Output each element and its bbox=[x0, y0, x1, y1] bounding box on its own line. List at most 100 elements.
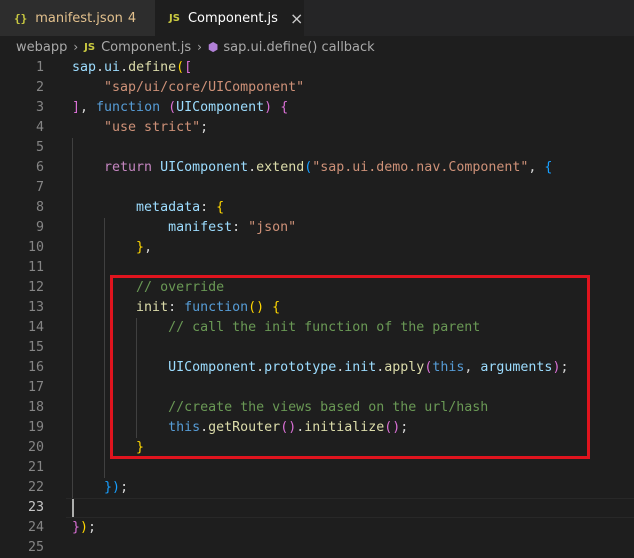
line-number: 20 bbox=[27, 440, 44, 455]
breadcrumb-folder[interactable]: webapp bbox=[16, 40, 67, 55]
code-line[interactable]: 5 bbox=[0, 138, 634, 158]
code-token: UIComponent bbox=[160, 160, 249, 175]
code-line[interactable]: 10 }, bbox=[0, 238, 634, 258]
code-token: . bbox=[248, 160, 257, 175]
editor-tab-bar: {} manifest.json 4 JS Component.js × bbox=[0, 0, 634, 36]
breadcrumb-symbol[interactable]: sap.ui.define() callback bbox=[223, 40, 374, 55]
code-line[interactable]: 2 "sap/ui/core/UIComponent" bbox=[0, 78, 634, 98]
code-token: ; bbox=[400, 420, 409, 435]
code-token: return bbox=[104, 160, 153, 175]
code-text: } bbox=[72, 438, 144, 458]
code-token: ( bbox=[168, 100, 177, 115]
code-token: ; bbox=[200, 120, 209, 135]
code-token: sap bbox=[72, 60, 97, 75]
code-line[interactable]: 13 init: function() { bbox=[0, 298, 634, 318]
code-line[interactable]: 21 bbox=[0, 458, 634, 478]
close-icon[interactable]: × bbox=[290, 9, 303, 28]
code-line[interactable]: 23 bbox=[0, 498, 634, 518]
code-token: } bbox=[72, 520, 81, 535]
line-number: 5 bbox=[35, 140, 44, 155]
code-token: , bbox=[464, 360, 481, 375]
code-token: "use strict" bbox=[104, 120, 201, 135]
code-editor[interactable]: 1 sap.ui.define([2 "sap/ui/core/UICompone… bbox=[0, 58, 634, 555]
code-token: arguments bbox=[480, 360, 553, 375]
code-line[interactable]: 14 // call the init function of the pare… bbox=[0, 318, 634, 338]
line-number: 4 bbox=[35, 120, 44, 135]
chevron-right-icon: › bbox=[73, 40, 79, 54]
code-line[interactable]: 17 bbox=[0, 378, 634, 398]
code-token: //create the views based on the url/hash bbox=[168, 400, 489, 415]
code-token: { bbox=[272, 300, 281, 315]
code-token: "sap/ui/core/UIComponent" bbox=[104, 80, 305, 95]
code-line[interactable]: 7 bbox=[0, 178, 634, 198]
line-number: 10 bbox=[27, 240, 44, 255]
code-token: ; bbox=[88, 520, 97, 535]
line-number: 25 bbox=[27, 540, 44, 555]
code-token: define bbox=[128, 60, 177, 75]
code-text: sap.ui.define([ bbox=[72, 58, 192, 78]
code-line[interactable]: 18 //create the views based on the url/h… bbox=[0, 398, 634, 418]
code-line[interactable]: 12 // override bbox=[0, 278, 634, 298]
code-text: //create the views based on the url/hash bbox=[72, 398, 488, 418]
code-line[interactable]: 4 "use strict"; bbox=[0, 118, 634, 138]
cube-icon: ⬢ bbox=[207, 40, 219, 54]
code-line[interactable]: 16 UIComponent.prototype.init.apply(this… bbox=[0, 358, 634, 378]
code-line[interactable]: 25 bbox=[0, 538, 634, 558]
code-token: : bbox=[168, 300, 185, 315]
code-text: // call the init function of the parent bbox=[72, 318, 480, 338]
code-token: this bbox=[168, 420, 201, 435]
code-line[interactable]: 22 }); bbox=[0, 478, 634, 498]
code-token: } bbox=[136, 440, 145, 455]
line-number: 19 bbox=[27, 420, 44, 435]
code-token: { bbox=[544, 160, 553, 175]
code-token: "json" bbox=[248, 220, 297, 235]
line-number: 11 bbox=[27, 260, 44, 275]
line-number: 15 bbox=[27, 340, 44, 355]
breadcrumb-file[interactable]: Component.js bbox=[101, 40, 191, 55]
code-token: . bbox=[120, 60, 129, 75]
code-line[interactable]: 15 bbox=[0, 338, 634, 358]
line-number: 23 bbox=[27, 500, 44, 515]
code-text: UIComponent.prototype.init.apply(this, a… bbox=[72, 358, 568, 378]
code-token: this bbox=[432, 360, 465, 375]
code-token: : bbox=[200, 200, 217, 215]
code-token: [ bbox=[184, 60, 193, 75]
code-line[interactable]: 1 sap.ui.define([ bbox=[0, 58, 634, 78]
tab-component-js[interactable]: JS Component.js × bbox=[155, 0, 304, 36]
code-line[interactable]: 8 metadata: { bbox=[0, 198, 634, 218]
line-number: 7 bbox=[35, 180, 44, 195]
line-number: 16 bbox=[27, 360, 44, 375]
code-token: . bbox=[96, 60, 105, 75]
line-number: 6 bbox=[35, 160, 44, 175]
line-number: 22 bbox=[27, 480, 44, 495]
code-token: ; bbox=[120, 480, 129, 495]
tab-label: manifest.json bbox=[35, 10, 123, 26]
tab-label: Component.js bbox=[187, 10, 278, 26]
code-line[interactable]: 6 return UIComponent.extend("sap.ui.demo… bbox=[0, 158, 634, 178]
code-token: // call the init function of the parent bbox=[168, 320, 481, 335]
code-token: prototype bbox=[264, 360, 337, 375]
code-text: manifest: "json" bbox=[72, 218, 296, 238]
line-number: 14 bbox=[27, 320, 44, 335]
code-line[interactable]: 20 } bbox=[0, 438, 634, 458]
code-line[interactable]: 3 ], function (UIComponent) { bbox=[0, 98, 634, 118]
line-number: 3 bbox=[35, 100, 44, 115]
code-token: init bbox=[344, 360, 377, 375]
code-token: UIComponent bbox=[176, 100, 265, 115]
code-text: ], function (UIComponent) { bbox=[72, 98, 288, 118]
tab-manifest-json[interactable]: {} manifest.json 4 bbox=[0, 0, 155, 36]
code-token: ) bbox=[112, 480, 121, 495]
code-line[interactable]: 11 bbox=[0, 258, 634, 278]
code-line[interactable]: 24}); bbox=[0, 518, 634, 538]
code-line[interactable]: 9 manifest: "json" bbox=[0, 218, 634, 238]
code-line[interactable]: 19 this.getRouter().initialize(); bbox=[0, 418, 634, 438]
code-token: } bbox=[104, 480, 113, 495]
